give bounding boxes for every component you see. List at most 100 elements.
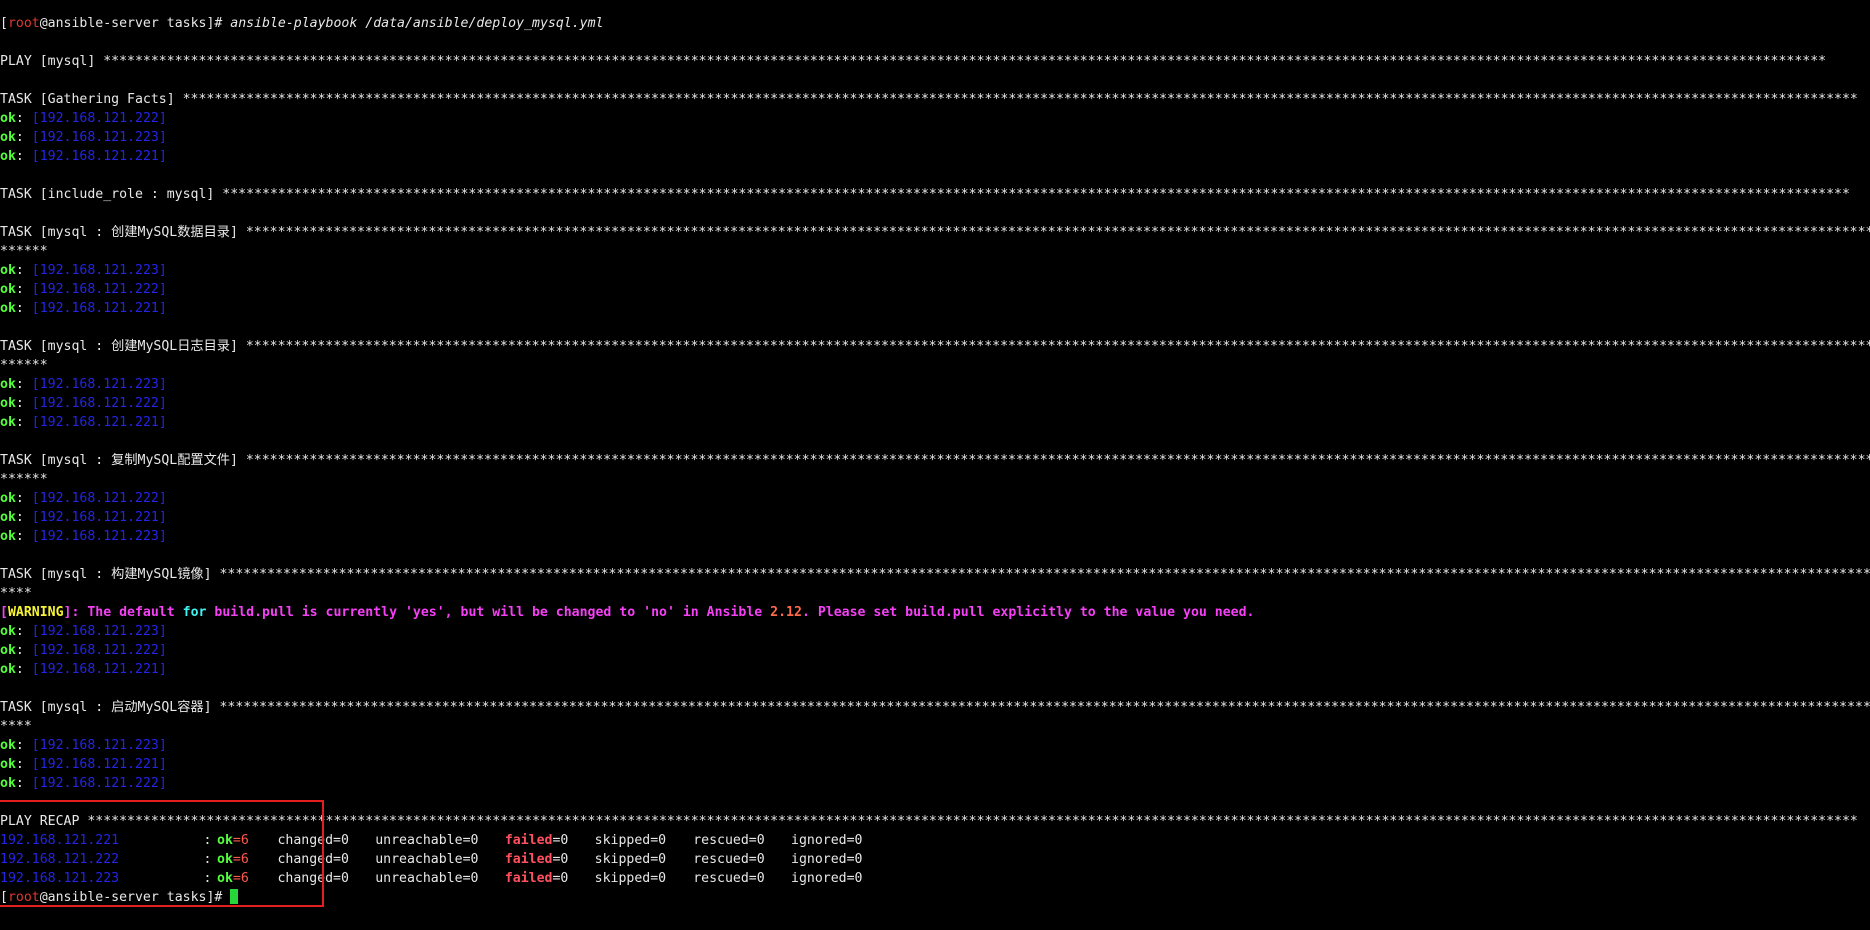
host-address: 192.168.121.223 [39,738,159,753]
task-section: TASK [Gathering Facts] *****************… [0,90,1870,185]
task-result-line: ok: [192.168.121.223] [0,377,167,392]
task-result-line: ok: [192.168.121.221] [0,415,167,430]
task-header: TASK [mysql : 启动MySQL容器] ***************… [0,700,1870,715]
recap-changed: changed=0 [277,871,349,886]
recap-rescued: rescued=0 [693,833,765,848]
status-ok: ok [0,510,16,525]
task-section: TASK [include_role : mysql] ************… [0,185,1870,223]
recap-failed-count: =0 [552,833,569,848]
host-address: 192.168.121.223 [39,529,159,544]
status-ok: ok [0,377,16,392]
recap-failed-label: failed [504,852,553,867]
task-result-line: ok: [192.168.121.221] [0,757,167,772]
task-section: TASK [mysql : 构建MySQL镜像] ***************… [0,565,1870,698]
recap-row: 192.168.121.223: ok=6 changed=0 unreachabl… [0,871,863,886]
status-ok: ok [0,130,16,145]
status-ok: ok [0,149,16,164]
terminal-cursor [230,889,239,904]
status-ok: ok [0,529,16,544]
status-ok: ok [0,491,16,506]
task-header-wrap: ****** [0,472,48,487]
recap-rescued: rescued=0 [693,852,765,867]
recap-rescued: rescued=0 [693,871,765,886]
host-address: 192.168.121.222 [39,396,159,411]
task-result-line: ok: [192.168.121.221] [0,149,167,164]
recap-skipped: skipped=0 [594,833,667,848]
host-address: 192.168.121.222 [39,111,159,126]
status-ok: ok [0,624,16,639]
recap-ok-count: =6 [232,852,249,867]
task-header-wrap: **** [0,586,32,601]
recap-ok-count: =6 [232,871,249,886]
recap-host: 192.168.121.221 [0,833,120,848]
host-address: 192.168.121.223 [39,130,159,145]
command-arg: /data/ansible/deploy_mysql.yml [357,16,604,31]
host-address: 192.168.121.222 [39,643,159,658]
task-result-line: ok: [192.168.121.222] [0,776,167,791]
recap-changed: changed=0 [277,852,349,867]
host-address: 192.168.121.221 [39,149,159,164]
status-ok: ok [0,301,16,316]
recap-table: 192.168.121.221: ok=6 changed=0 unreachabl… [0,831,1870,888]
recap-ok-count: =6 [232,833,249,848]
recap-host: 192.168.121.222 [0,852,120,867]
recap-ignored: ignored=0 [791,852,863,867]
task-result-line: ok: [192.168.121.223] [0,263,167,278]
task-header: TASK [Gathering Facts] *****************… [0,92,1858,107]
host-address: 192.168.121.223 [39,377,159,392]
host-address: 192.168.121.221 [39,662,159,677]
task-result-line: ok: [192.168.121.223] [0,738,167,753]
status-ok: ok [0,111,16,126]
task-section: TASK [mysql : 启动MySQL容器] ***************… [0,698,1870,812]
host-address: 192.168.121.221 [39,510,159,525]
status-ok: ok [0,662,16,677]
recap-skipped: skipped=0 [594,871,667,886]
terminal-output[interactable]: [root@ansible-server tasks]# ansible-pla… [0,14,1870,907]
recap-changed: changed=0 [277,833,349,848]
prompt-host: @ansible-server [39,16,159,31]
recap-unreachable: unreachable=0 [375,833,479,848]
task-header-wrap: **** [0,719,32,734]
recap-row: 192.168.121.222: ok=6 changed=0 unreachabl… [0,852,863,867]
task-result-line: ok: [192.168.121.222] [0,643,167,658]
task-result-line: ok: [192.168.121.223] [0,529,167,544]
recap-header: PLAY RECAP *****************************… [0,814,1858,829]
task-result-line: ok: [192.168.121.223] [0,130,167,145]
recap-ok-label: ok [217,833,233,848]
warning-line: [WARNING]: The default for build.pull is… [0,605,1255,620]
task-section: TASK [mysql : 创建MySQL日志目录] *************… [0,337,1870,451]
task-result-line: ok: [192.168.121.222] [0,282,167,297]
status-ok: ok [0,396,16,411]
recap-skipped: skipped=0 [594,852,667,867]
task-header: TASK [mysql : 创建MySQL日志目录] *************… [0,339,1870,354]
recap-row: 192.168.121.221: ok=6 changed=0 unreachabl… [0,833,863,848]
task-result-line: ok: [192.168.121.221] [0,301,167,316]
task-section: TASK [mysql : 复制MySQL配置文件] *************… [0,451,1870,565]
host-address: 192.168.121.221 [39,301,159,316]
shell-prompt[interactable]: [root@ansible-server tasks]# [0,888,1870,907]
recap-ignored: ignored=0 [791,833,863,848]
recap-host: 192.168.121.223 [0,871,120,886]
host-address: 192.168.121.221 [39,757,159,772]
status-ok: ok [0,643,16,658]
task-result-line: ok: [192.168.121.221] [0,662,167,677]
recap-failed-label: failed [504,871,553,886]
host-address: 192.168.121.221 [39,415,159,430]
recap-ignored: ignored=0 [791,871,863,886]
status-ok: ok [0,263,16,278]
task-list: TASK [Gathering Facts] *****************… [0,90,1870,812]
task-header: TASK [mysql : 构建MySQL镜像] ***************… [0,567,1870,582]
status-ok: ok [0,757,16,772]
task-header: TASK [include_role : mysql] ************… [0,187,1850,202]
host-address: 192.168.121.223 [39,624,159,639]
task-section: TASK [mysql : 创建MySQL数据目录] *************… [0,223,1870,337]
play-header: PLAY [mysql] ***************************… [0,54,1827,69]
task-result-line: ok: [192.168.121.223] [0,624,167,639]
host-address: 192.168.121.223 [39,263,159,278]
recap-failed-count: =0 [552,871,569,886]
recap-unreachable: unreachable=0 [375,871,479,886]
status-ok: ok [0,282,16,297]
task-result-line: ok: [192.168.121.222] [0,491,167,506]
task-header-wrap: ****** [0,244,48,259]
task-header: TASK [mysql : 创建MySQL数据目录] *************… [0,225,1870,240]
